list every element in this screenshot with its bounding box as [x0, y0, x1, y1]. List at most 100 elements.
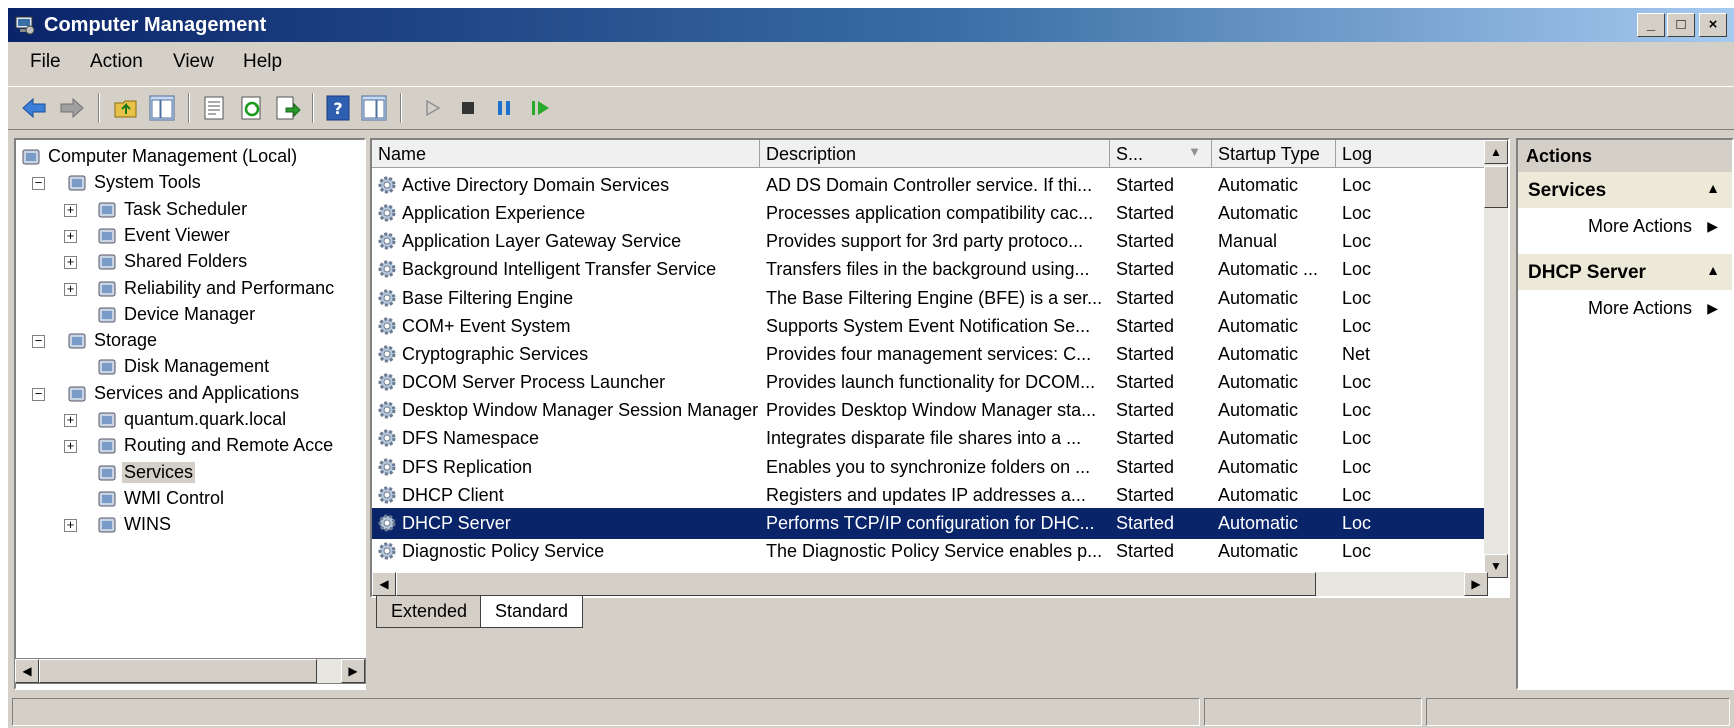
scroll-left-arrow-icon[interactable]: ◀	[15, 659, 39, 683]
cell-name: Desktop Window Manager Session Manager	[402, 400, 758, 421]
table-row[interactable]: Base Filtering Engine The Base Filtering …	[372, 283, 1492, 314]
collapse-up-icon[interactable]: ▲	[1706, 262, 1720, 278]
more-actions-services[interactable]: More Actions ▶	[1518, 212, 1732, 242]
table-row[interactable]: Active Directory Domain Services AD DS Do…	[372, 170, 1492, 201]
column-header-startup-type[interactable]: Startup Type	[1212, 140, 1336, 168]
scroll-thumb[interactable]	[39, 659, 317, 683]
gear-icon	[378, 260, 396, 278]
list-horizontal-scrollbar[interactable]: ◀ ▶	[372, 572, 1488, 596]
tree-item[interactable]: + quantum.quark.local	[16, 407, 364, 433]
menu-action[interactable]: Action	[90, 51, 143, 73]
table-row[interactable]: DHCP Client Registers and updates IP addr…	[372, 480, 1492, 511]
expand-plus-icon[interactable]: +	[64, 255, 77, 270]
services-apps-icon	[68, 386, 86, 402]
export-list-icon[interactable]	[274, 94, 302, 122]
stop-service-icon[interactable]	[454, 94, 482, 122]
cell-name: Base Filtering Engine	[402, 287, 574, 308]
column-header-log-on-as[interactable]: Log	[1336, 140, 1496, 168]
cell-name: Background Intelligent Transfer Service	[402, 259, 717, 280]
maximize-button[interactable]: □	[1667, 13, 1695, 37]
cell-startup: Automatic	[1218, 400, 1299, 421]
table-row[interactable]: Application Experience Processes applicat…	[372, 198, 1492, 229]
scroll-thumb[interactable]	[396, 572, 1316, 596]
back-arrow-icon[interactable]	[20, 94, 48, 122]
table-row[interactable]: Desktop Window Manager Session Manager Pr…	[372, 395, 1492, 426]
show-hide-tree-icon[interactable]	[148, 94, 176, 122]
tree-item[interactable]: Disk Management	[16, 354, 364, 380]
actions-section-dhcp-server[interactable]: DHCP Server ▲	[1518, 254, 1732, 290]
computer-management-window: Computer Management _ □ × File Action Vi…	[8, 8, 1734, 728]
tree-item[interactable]: + Reliability and Performanc	[16, 276, 364, 302]
title-bar[interactable]: Computer Management _ □ ×	[8, 8, 1734, 42]
collapse-minus-icon[interactable]: −	[32, 334, 45, 349]
column-header-status[interactable]: S... ▼	[1110, 140, 1212, 168]
show-action-pane-icon[interactable]	[360, 94, 388, 122]
cell-logon: Loc	[1342, 540, 1372, 561]
tree-item[interactable]: + Event Viewer	[16, 223, 364, 249]
scroll-up-arrow-icon[interactable]: ▲	[1484, 140, 1508, 164]
collapse-up-icon[interactable]: ▲	[1706, 180, 1720, 196]
menu-view[interactable]: View	[173, 51, 214, 73]
tree-item[interactable]: + Shared Folders	[16, 249, 364, 275]
list-vertical-scrollbar[interactable]: ▲ ▼	[1484, 140, 1508, 578]
collapse-minus-icon[interactable]: −	[32, 387, 45, 401]
expand-plus-icon[interactable]: +	[64, 518, 77, 533]
expand-plus-icon[interactable]: +	[64, 413, 77, 427]
scroll-right-arrow-icon[interactable]: ▶	[341, 659, 365, 683]
table-row[interactable]: DCOM Server Process Launcher Provides lau…	[372, 367, 1492, 398]
properties-icon[interactable]	[200, 94, 228, 122]
cell-description: Provides four management services: C...	[766, 343, 1092, 364]
tree-item[interactable]: Device Manager	[16, 302, 364, 328]
tree-item[interactable]: − System Tools	[16, 170, 364, 196]
tree-item[interactable]: + Routing and Remote Acce	[16, 433, 364, 459]
minimize-button[interactable]: _	[1637, 13, 1665, 37]
clock-icon	[98, 202, 116, 218]
menu-file[interactable]: File	[30, 51, 61, 73]
close-button[interactable]: ×	[1699, 13, 1727, 37]
cell-logon: Loc	[1342, 372, 1372, 393]
scroll-right-arrow-icon[interactable]: ▶	[1464, 572, 1488, 596]
menu-bar: File Action View Help	[8, 44, 1734, 80]
up-folder-icon[interactable]	[112, 94, 140, 122]
scroll-left-arrow-icon[interactable]: ◀	[372, 572, 396, 596]
forward-arrow-icon[interactable]	[58, 94, 86, 122]
table-row[interactable]: Diagnostic Policy Service The Diagnostic …	[372, 536, 1492, 567]
menu-help[interactable]: Help	[243, 51, 282, 73]
pause-service-icon[interactable]	[490, 94, 518, 122]
expand-plus-icon[interactable]: +	[64, 229, 77, 243]
cell-logon: Loc	[1342, 203, 1372, 224]
tree-item[interactable]: Computer Management (Local)	[16, 144, 364, 170]
cell-name: Application Layer Gateway Service	[402, 231, 682, 252]
table-row[interactable]: Background Intelligent Transfer Service T…	[372, 254, 1492, 285]
tree-item[interactable]: − Services and Applications	[16, 381, 364, 407]
expand-plus-icon[interactable]: +	[64, 282, 77, 296]
tree-item[interactable]: − Storage	[16, 328, 364, 354]
cell-name: Application Experience	[402, 203, 586, 224]
collapse-minus-icon[interactable]: −	[32, 176, 45, 191]
tree-item[interactable]: + Task Scheduler	[16, 197, 364, 223]
tree-item[interactable]: + WINS	[16, 512, 364, 538]
more-actions-dhcp-server[interactable]: More Actions ▶	[1518, 294, 1732, 324]
expand-plus-icon[interactable]: +	[64, 203, 77, 217]
tree-horizontal-scrollbar[interactable]: ◀ ▶	[14, 658, 366, 684]
tab-extended[interactable]: Extended	[376, 596, 483, 628]
table-row[interactable]: DFS Namespace Integrates disparate file s…	[372, 423, 1492, 454]
submenu-arrow-icon: ▶	[1707, 218, 1718, 234]
expand-plus-icon[interactable]: +	[64, 439, 77, 454]
tab-standard[interactable]: Standard	[480, 596, 584, 628]
column-header-name[interactable]: Name	[372, 140, 760, 168]
table-row[interactable]: Application Layer Gateway Service Provide…	[372, 226, 1492, 257]
column-header-description[interactable]: Description	[760, 140, 1110, 168]
tree-item[interactable]: WMI Control	[16, 486, 364, 512]
table-row[interactable]: COM+ Event System Supports System Event N…	[372, 311, 1492, 342]
scroll-thumb[interactable]	[1484, 166, 1508, 208]
table-row[interactable]: DHCP Server Performs TCP/IP configuration…	[372, 507, 1492, 539]
table-row[interactable]: DFS Replication Enables you to synchroniz…	[372, 452, 1492, 483]
table-row[interactable]: Cryptographic Services Provides four mana…	[372, 339, 1492, 370]
help-icon[interactable]: ?	[324, 94, 352, 122]
actions-section-services[interactable]: Services ▲	[1518, 172, 1732, 208]
restart-service-icon[interactable]	[526, 94, 554, 122]
start-service-icon[interactable]	[418, 94, 446, 122]
refresh-icon[interactable]	[238, 94, 266, 122]
tree-item[interactable]: Services	[16, 460, 364, 486]
